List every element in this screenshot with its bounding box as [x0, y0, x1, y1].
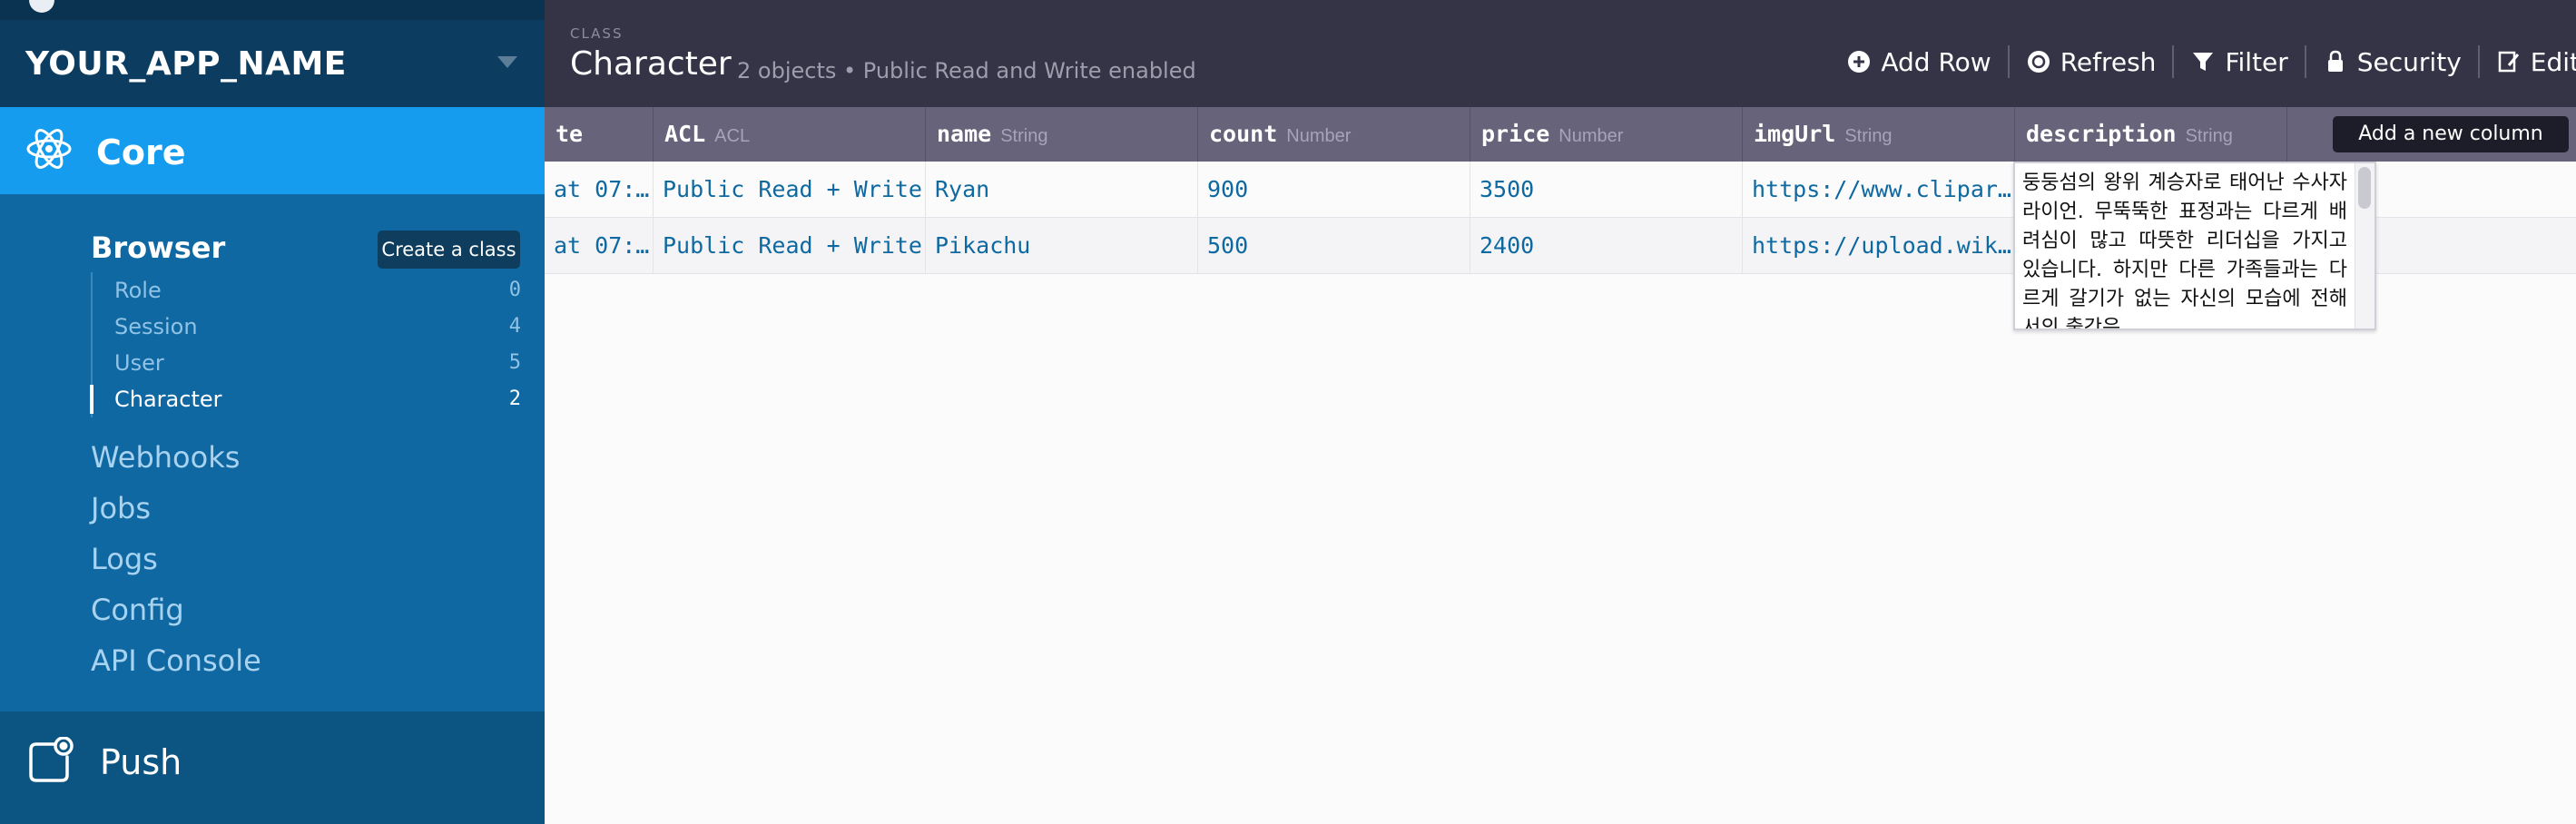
cell-acl[interactable]: Public Read + Write: [654, 162, 926, 218]
description-editor[interactable]: 둥둥섬의 왕위 계승자로 태어난 수사자 라이언. 무뚝뚝한 표정과는 다르게 …: [2013, 162, 2376, 330]
class-item-role[interactable]: Role 0: [93, 272, 521, 309]
edit-icon: [2498, 51, 2519, 73]
class-name: Character: [114, 387, 222, 412]
security-button[interactable]: Security: [2306, 42, 2478, 82]
sidebar-item-logs[interactable]: Logs: [91, 534, 261, 584]
cell-price[interactable]: 2400: [1470, 218, 1743, 274]
column-type: Number: [1558, 126, 1624, 146]
grid-header: te ACL ACL name String count Number price Nu…: [545, 107, 2576, 162]
sidebar-section-core[interactable]: Core: [0, 107, 545, 194]
scrollbar-track[interactable]: [2355, 163, 2374, 329]
edit-label: Edit: [2530, 46, 2576, 77]
app-switcher[interactable]: YOUR_APP_NAME: [0, 0, 545, 107]
edit-button[interactable]: Edit: [2480, 42, 2576, 82]
push-label: Push: [100, 742, 182, 782]
class-count: 0: [508, 279, 521, 301]
atom-icon: [26, 129, 72, 169]
page-title: Character: [570, 45, 732, 83]
sidebar-item-config[interactable]: Config: [91, 584, 261, 635]
sidebar: YOUR_APP_NAME Core Browser Create a clas…: [0, 0, 545, 824]
cell-count[interactable]: 900: [1198, 162, 1470, 218]
app-name[interactable]: YOUR_APP_NAME: [25, 45, 347, 83]
add-row-label: Add Row: [1881, 46, 1991, 77]
class-subtitle: 2 objects • Public Read and Write enable…: [737, 58, 1196, 83]
class-count: 2: [508, 387, 521, 410]
column-header-description[interactable]: description String: [2015, 107, 2287, 162]
column-type: ACL: [714, 126, 751, 146]
sidebar-item-api-console[interactable]: API Console: [91, 635, 261, 686]
column-type: String: [2185, 126, 2233, 146]
description-text[interactable]: 둥둥섬의 왕위 계승자로 태어난 수사자 라이언. 무뚝뚝한 표정과는 다르게 …: [2022, 169, 2347, 329]
scrollbar-thumb[interactable]: [2358, 167, 2371, 209]
class-list: Role 0 Session 4 User 5 Character 2: [90, 272, 521, 417]
column-name: name: [937, 121, 992, 147]
cell-imgurl[interactable]: https://www.clipar…: [1743, 162, 2015, 218]
sidebar-section-push[interactable]: Push: [0, 711, 545, 824]
column-name: description: [2026, 121, 2177, 147]
filter-icon: [2193, 53, 2214, 71]
plus-circle-icon: [1848, 51, 1871, 73]
class-header: CLASS Character 2 objects • Public Read …: [545, 0, 2576, 107]
sidebar-item-browser[interactable]: Browser: [91, 231, 225, 265]
push-notification-icon: [29, 737, 74, 782]
add-column-button[interactable]: Add a new column: [2333, 116, 2569, 152]
cell-count[interactable]: 500: [1198, 218, 1470, 274]
class-name: Session: [114, 314, 198, 339]
cell-updated-at[interactable]: at 07:…: [545, 162, 654, 218]
create-class-button[interactable]: Create a class: [378, 231, 520, 269]
column-name: te: [556, 121, 584, 147]
class-item-session[interactable]: Session 4: [93, 309, 521, 345]
refresh-label: Refresh: [2060, 46, 2157, 77]
filter-button[interactable]: Filter: [2174, 42, 2304, 82]
class-name: Role: [114, 278, 162, 303]
class-item-user[interactable]: User 5: [93, 345, 521, 381]
cell-price[interactable]: 3500: [1470, 162, 1743, 218]
column-header-acl[interactable]: ACL ACL: [654, 107, 926, 162]
refresh-icon: [2027, 51, 2050, 73]
core-label: Core: [96, 132, 186, 172]
column-header-imgurl[interactable]: imgUrl String: [1743, 107, 2015, 162]
cell-acl[interactable]: Public Read + Write: [654, 218, 926, 274]
sidebar-item-jobs[interactable]: Jobs: [91, 483, 261, 534]
column-type: String: [1000, 126, 1048, 146]
class-count: 4: [508, 315, 521, 338]
top-strip: [0, 0, 545, 20]
cell-name[interactable]: Pikachu: [926, 218, 1198, 274]
security-label: Security: [2356, 46, 2462, 77]
column-type: String: [1844, 126, 1893, 146]
column-type: Number: [1286, 126, 1352, 146]
column-name: ACL: [664, 121, 706, 147]
cell-name[interactable]: Ryan: [926, 162, 1198, 218]
add-row-button[interactable]: Add Row: [1830, 42, 2007, 82]
column-header-updated-at[interactable]: te: [545, 107, 654, 162]
lock-icon: [2327, 50, 2343, 72]
column-name: count: [1209, 121, 1278, 147]
column-header-name[interactable]: name String: [926, 107, 1198, 162]
class-count: 5: [508, 351, 521, 374]
column-header-price[interactable]: price Number: [1470, 107, 1743, 162]
core-nav: Webhooks Jobs Logs Config API Console: [91, 432, 261, 686]
toolbar: Add Row Refresh Filter Security Edit: [1830, 42, 2576, 82]
filter-label: Filter: [2225, 46, 2288, 77]
cell-imgurl[interactable]: https://upload.wik…: [1743, 218, 2015, 274]
column-header-count[interactable]: count Number: [1198, 107, 1470, 162]
cell-updated-at[interactable]: at 07:…: [545, 218, 654, 274]
class-name: User: [114, 350, 164, 376]
class-kicker: CLASS: [570, 25, 624, 42]
chevron-down-icon[interactable]: [497, 56, 517, 68]
column-name: price: [1481, 121, 1550, 147]
core-subsection: Browser Create a class Role 0 Session 4 …: [0, 194, 545, 711]
column-name: imgUrl: [1754, 121, 1836, 147]
sidebar-item-webhooks[interactable]: Webhooks: [91, 432, 261, 483]
refresh-button[interactable]: Refresh: [2010, 42, 2173, 82]
class-item-character[interactable]: Character 2: [90, 381, 521, 417]
